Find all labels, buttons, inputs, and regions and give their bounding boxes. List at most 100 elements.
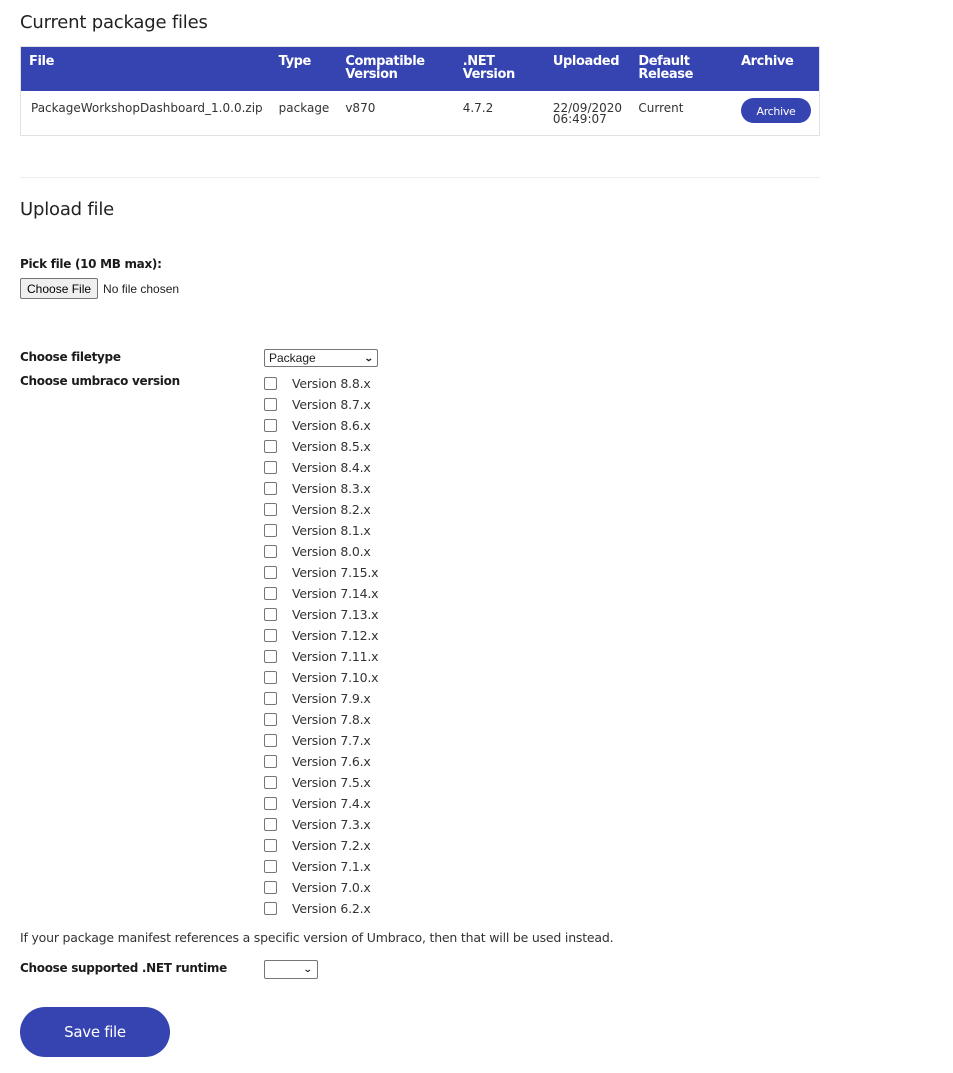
version-option[interactable]: Version 7.6.x <box>264 751 378 772</box>
version-option[interactable]: Version 7.14.x <box>264 583 379 604</box>
umbraco-version-list: Version 8.8.x Version 8.7.x Version 8.6.x V… <box>264 373 379 919</box>
version-option[interactable]: Version 8.2.x <box>264 499 378 520</box>
version-option[interactable]: Version 6.2.x <box>264 898 378 919</box>
version-option[interactable]: Version 7.9.x <box>264 688 378 709</box>
version-checkbox[interactable] <box>264 419 277 432</box>
version-checkbox[interactable] <box>264 839 277 852</box>
version-label: Version 7.10.x <box>292 670 379 685</box>
version-checkbox[interactable] <box>264 797 277 810</box>
version-label: Version 7.9.x <box>292 691 371 706</box>
version-option[interactable]: Version 8.6.x <box>264 415 378 436</box>
version-option[interactable]: Version 8.7.x <box>264 394 378 415</box>
version-option[interactable]: Version 7.4.x <box>264 793 378 814</box>
version-label: Version 8.2.x <box>292 502 371 517</box>
version-label: Version 8.7.x <box>292 397 371 412</box>
upload-file-title: Upload file <box>20 199 115 220</box>
archive-button[interactable]: Archive <box>741 97 811 123</box>
version-label: Version 7.0.x <box>292 880 371 895</box>
version-checkbox[interactable] <box>264 377 277 390</box>
current-files-title: Current package files <box>20 12 208 33</box>
version-option[interactable]: Version 7.2.x <box>264 835 378 856</box>
version-checkbox[interactable] <box>264 650 277 663</box>
manifest-note: If your package manifest references a sp… <box>20 930 614 945</box>
version-label: Version 8.6.x <box>292 418 371 433</box>
version-label: Version 6.2.x <box>292 901 371 916</box>
col-file: File <box>20 46 271 91</box>
version-checkbox[interactable] <box>264 608 277 621</box>
version-label: Version 7.2.x <box>292 838 371 853</box>
version-checkbox[interactable] <box>264 545 277 558</box>
pick-file-label: Pick file (10 MB max): <box>20 257 162 271</box>
version-checkbox[interactable] <box>264 587 277 600</box>
no-file-chosen-text: No file chosen <box>103 281 180 296</box>
cell-net-version: 4.7.2 <box>462 100 494 115</box>
version-option[interactable]: Version 7.12.x <box>264 625 379 646</box>
version-option[interactable]: Version 7.0.x <box>264 877 378 898</box>
cell-default-release: Current <box>638 100 684 115</box>
version-checkbox[interactable] <box>264 482 277 495</box>
filetype-selected-value: Package <box>269 351 316 365</box>
version-option[interactable]: Version 7.10.x <box>264 667 379 688</box>
version-checkbox[interactable] <box>264 671 277 684</box>
version-label: Version 7.11.x <box>292 649 379 664</box>
table-row: PackageWorkshopDashboard_1.0.0.zip packa… <box>21 91 820 136</box>
col-default-release: Default Release <box>630 46 733 91</box>
version-label: Version 7.5.x <box>292 775 371 790</box>
version-checkbox[interactable] <box>264 440 277 453</box>
version-checkbox[interactable] <box>264 566 277 579</box>
version-label: Version 8.5.x <box>292 439 371 454</box>
uploaded-time: 06:49:07 <box>552 111 607 126</box>
version-label: Version 7.14.x <box>292 586 379 601</box>
version-option[interactable]: Version 8.0.x <box>264 541 378 562</box>
cell-uploaded: 22/09/2020 06:49:07 <box>545 91 631 136</box>
version-option[interactable]: Version 7.11.x <box>264 646 379 667</box>
filetype-select[interactable]: Package ⌄ <box>264 349 378 367</box>
version-option[interactable]: Version 8.4.x <box>264 457 378 478</box>
version-option[interactable]: Version 7.8.x <box>264 709 378 730</box>
col-type: Type <box>270 46 338 91</box>
version-option[interactable]: Version 7.13.x <box>264 604 379 625</box>
version-label: Version 7.15.x <box>292 565 379 580</box>
file-input: Choose File No file chosen <box>20 278 179 299</box>
cell-archive: Archive <box>733 91 820 136</box>
version-checkbox[interactable] <box>264 860 277 873</box>
version-option[interactable]: Version 7.5.x <box>264 772 378 793</box>
version-checkbox[interactable] <box>264 902 277 915</box>
version-option[interactable]: Version 8.3.x <box>264 478 378 499</box>
col-net-version: .NET Version <box>454 46 545 91</box>
version-checkbox[interactable] <box>264 524 277 537</box>
save-file-button[interactable]: Save file <box>20 1007 170 1057</box>
version-label: Version 7.4.x <box>292 796 371 811</box>
version-checkbox[interactable] <box>264 818 277 831</box>
version-checkbox[interactable] <box>264 713 277 726</box>
version-checkbox[interactable] <box>264 776 277 789</box>
version-label: Version 7.7.x <box>292 733 371 748</box>
version-option[interactable]: Version 7.3.x <box>264 814 378 835</box>
version-option[interactable]: Version 8.8.x <box>264 373 378 394</box>
version-checkbox[interactable] <box>264 503 277 516</box>
version-option[interactable]: Version 7.15.x <box>264 562 379 583</box>
version-option[interactable]: Version 8.5.x <box>264 436 378 457</box>
filetype-label: Choose filetype <box>20 350 121 364</box>
version-label: Version 7.8.x <box>292 712 371 727</box>
version-checkbox[interactable] <box>264 692 277 705</box>
version-label: Version 7.6.x <box>292 754 371 769</box>
cell-compatible-version: v870 <box>345 100 376 115</box>
col-compatible-version: Compatible Version <box>337 46 455 91</box>
version-checkbox[interactable] <box>264 398 277 411</box>
choose-file-button[interactable]: Choose File <box>20 278 99 299</box>
version-checkbox[interactable] <box>264 461 277 474</box>
version-option[interactable]: Version 7.1.x <box>264 856 378 877</box>
version-checkbox[interactable] <box>264 734 277 747</box>
net-runtime-select[interactable]: ⌄ <box>264 960 318 979</box>
files-table-header: File Type Compatible Version .NET Versio… <box>20 46 820 91</box>
version-option[interactable]: Version 7.7.x <box>264 730 378 751</box>
version-checkbox[interactable] <box>264 629 277 642</box>
version-option[interactable]: Version 8.1.x <box>264 520 378 541</box>
version-checkbox[interactable] <box>264 755 277 768</box>
files-table: File Type Compatible Version .NET Versio… <box>20 46 820 136</box>
version-checkbox[interactable] <box>264 881 277 894</box>
version-label: Version 8.3.x <box>292 481 371 496</box>
version-label: Version 8.1.x <box>292 523 371 538</box>
version-label: Version 7.12.x <box>292 628 379 643</box>
